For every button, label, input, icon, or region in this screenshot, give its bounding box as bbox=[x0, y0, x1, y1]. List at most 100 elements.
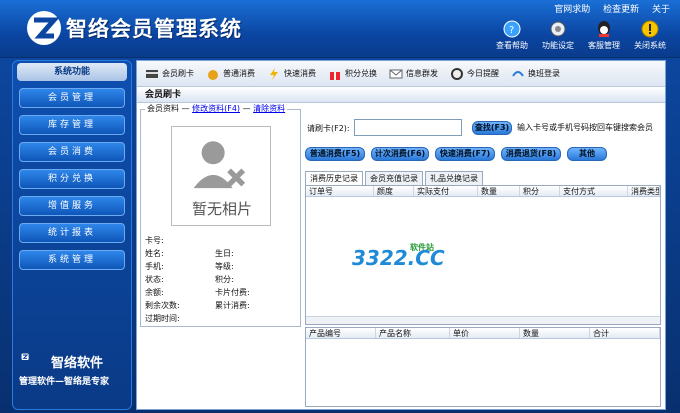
toolbar-points-exchange-label: 积分兑换 bbox=[345, 69, 377, 78]
field-phone: 手机: bbox=[145, 262, 164, 271]
swipe-panel: 请刷卡(F2): 查找(F3) 输入卡号或手机号码按回车键搜索会员 普通消费(F… bbox=[305, 109, 663, 409]
shift-icon bbox=[512, 70, 524, 77]
toolbar-normal-consume[interactable]: 普通消费 bbox=[206, 67, 255, 81]
sidebar-item-member-management[interactable]: 会员管理 bbox=[19, 88, 125, 108]
clock-icon bbox=[451, 67, 463, 80]
field-total-spent: 累计消费: bbox=[215, 301, 250, 310]
product-table: 产品编号 产品名称 单价 数量 合计 bbox=[305, 327, 661, 407]
member-photo: 暂无相片 bbox=[171, 126, 271, 226]
consume-return-button[interactable]: 消费退货(F8) bbox=[501, 147, 561, 161]
col-points: 积分 bbox=[520, 186, 560, 196]
product-table-header: 产品编号 产品名称 单价 数量 合计 bbox=[306, 328, 660, 339]
toolbar-swipe-card-label: 会员刷卡 bbox=[162, 69, 194, 78]
field-balance: 余额: bbox=[145, 288, 164, 297]
col-unit-price: 单价 bbox=[450, 328, 520, 338]
field-status: 状态: bbox=[145, 275, 164, 284]
field-birthday: 生日: bbox=[215, 249, 234, 258]
col-actual-pay: 实际支付 bbox=[414, 186, 478, 196]
top-links: 官网求助 检查更新 关于 bbox=[544, 2, 670, 15]
tab-gift-records[interactable]: 礼品兑换记录 bbox=[425, 171, 483, 185]
app-logo-icon bbox=[27, 11, 61, 45]
watermark: 3322.CC 软件站 bbox=[352, 243, 445, 270]
warning-icon bbox=[641, 20, 659, 38]
view-help-label: 查看帮助 bbox=[496, 41, 528, 50]
field-points: 积分: bbox=[215, 275, 234, 284]
member-info-title: 会员资料 bbox=[147, 104, 179, 113]
toolbar-quick-consume[interactable]: 快速消费 bbox=[267, 67, 316, 81]
sidebar: 系统功能 会员管理 库存管理 会员消费 积分兑换 增值服务 统计报表 系统管理 … bbox=[12, 60, 132, 410]
member-info-panel: 会员资料 — 修改资料(F4) — 清除资料 暂无相片 卡号: 姓名: 生日: … bbox=[140, 103, 301, 327]
check-update-link[interactable]: 检查更新 bbox=[603, 5, 639, 15]
sidebar-header: 系统功能 bbox=[17, 63, 127, 81]
sidebar-item-value-added[interactable]: 增值服务 bbox=[19, 196, 125, 216]
lightning-icon bbox=[270, 67, 278, 80]
title-bar: 智络会员管理系统 官网求助 检查更新 关于 ? 查看帮助 功能设定 客服管理 关… bbox=[0, 0, 680, 58]
toolbar-message-broadcast[interactable]: 信息群发 bbox=[389, 67, 438, 81]
card-icon bbox=[146, 69, 158, 78]
sidebar-item-points-exchange[interactable]: 积分兑换 bbox=[19, 169, 125, 189]
history-table-header: 订单号 颜度 实际支付 数量 积分 支付方式 消费类型 bbox=[306, 186, 660, 197]
member-info-legend: 会员资料 — 修改资料(F4) — 清除资料 bbox=[145, 103, 288, 114]
swipe-label: 请刷卡(F2): bbox=[307, 124, 350, 133]
other-button[interactable]: 其他 bbox=[567, 147, 607, 161]
sidebar-item-member-consumption[interactable]: 会员消费 bbox=[19, 142, 125, 162]
help-link[interactable]: 官网求助 bbox=[554, 5, 590, 15]
sidebar-item-inventory[interactable]: 库存管理 bbox=[19, 115, 125, 135]
field-remaining-times: 剩余次数: bbox=[145, 301, 180, 310]
app-window: 智络会员管理系统 官网求助 检查更新 关于 ? 查看帮助 功能设定 客服管理 关… bbox=[0, 0, 680, 413]
col-quantity: 数量 bbox=[478, 186, 520, 196]
close-system-label: 关闭系统 bbox=[634, 41, 666, 50]
toolbar-normal-consume-label: 普通消费 bbox=[223, 69, 255, 78]
gift-icon bbox=[330, 71, 340, 80]
money-bag-icon bbox=[208, 69, 218, 80]
count-consume-button[interactable]: 计次消费(F6) bbox=[371, 147, 429, 161]
support-button[interactable]: 客服管理 bbox=[584, 20, 624, 51]
field-card-fee: 卡片付费: bbox=[215, 288, 250, 297]
settings-button[interactable]: 功能设定 bbox=[538, 20, 578, 51]
tab-recharge-records[interactable]: 会员充值记录 bbox=[365, 171, 423, 185]
field-name: 姓名: bbox=[145, 249, 164, 258]
help-icon: ? bbox=[503, 20, 521, 38]
user-placeholder-icon bbox=[193, 141, 246, 189]
edit-member-link[interactable]: 修改资料(F4) bbox=[192, 104, 240, 113]
svg-text:?: ? bbox=[509, 25, 514, 36]
sidebar-item-reports[interactable]: 统计报表 bbox=[19, 223, 125, 243]
brand-logo-icon bbox=[21, 353, 29, 360]
support-icon bbox=[598, 21, 610, 37]
main-panel: 会员刷卡 普通消费 快速消费 积分兑换 信息群发 今日提醒 换班登录 会员刷卡 … bbox=[136, 60, 666, 410]
toolbar-today-reminder[interactable]: 今日提醒 bbox=[450, 67, 499, 81]
record-tabs: 消费历史记录 会员充值记录 礼品兑换记录 bbox=[305, 171, 485, 185]
brand-tagline: 管理软件—智络是专家 bbox=[19, 377, 110, 387]
top-tools: ? 查看帮助 功能设定 客服管理 关闭系统 bbox=[492, 20, 670, 51]
settings-icon bbox=[550, 21, 566, 37]
about-link[interactable]: 关于 bbox=[652, 5, 670, 15]
field-level: 等级: bbox=[215, 262, 234, 271]
settings-label: 功能设定 bbox=[542, 41, 574, 50]
no-photo-text: 暂无相片 bbox=[191, 200, 252, 218]
app-title: 智络会员管理系统 bbox=[66, 17, 242, 41]
close-system-button[interactable]: 关闭系统 bbox=[630, 20, 670, 51]
sidebar-item-system[interactable]: 系统管理 bbox=[19, 250, 125, 270]
watermark-sub: 软件站 bbox=[410, 243, 434, 252]
normal-consume-button[interactable]: 普通消费(F5) bbox=[305, 147, 365, 161]
history-scrollbar[interactable] bbox=[306, 316, 660, 324]
toolbar: 会员刷卡 普通消费 快速消费 积分兑换 信息群发 今日提醒 换班登录 bbox=[137, 61, 665, 87]
toolbar-swipe-card[interactable]: 会员刷卡 bbox=[145, 67, 194, 81]
toolbar-quick-consume-label: 快速消费 bbox=[284, 69, 316, 78]
view-help-button[interactable]: ? 查看帮助 bbox=[492, 20, 532, 51]
col-product-name: 产品名称 bbox=[376, 328, 450, 338]
col-product-quantity: 数量 bbox=[520, 328, 590, 338]
search-hint: 输入卡号或手机号码按回车键搜索会员 bbox=[517, 123, 653, 132]
col-amount: 颜度 bbox=[374, 186, 414, 196]
tab-consume-history[interactable]: 消费历史记录 bbox=[305, 171, 363, 185]
col-total: 合计 bbox=[590, 328, 660, 338]
message-icon bbox=[389, 69, 403, 78]
search-button[interactable]: 查找(F3) bbox=[472, 121, 512, 135]
toolbar-points-exchange[interactable]: 积分兑换 bbox=[328, 67, 377, 81]
quick-consume-button[interactable]: 快速消费(F7) bbox=[435, 147, 495, 161]
clear-member-link[interactable]: 清除资料 bbox=[253, 104, 285, 113]
card-number-input[interactable] bbox=[354, 119, 462, 136]
col-consume-type: 消费类型 bbox=[628, 186, 660, 196]
toolbar-shift-login[interactable]: 换班登录 bbox=[511, 67, 560, 81]
history-table: 订单号 颜度 实际支付 数量 积分 支付方式 消费类型 3322.CC 软件站 bbox=[305, 185, 661, 325]
